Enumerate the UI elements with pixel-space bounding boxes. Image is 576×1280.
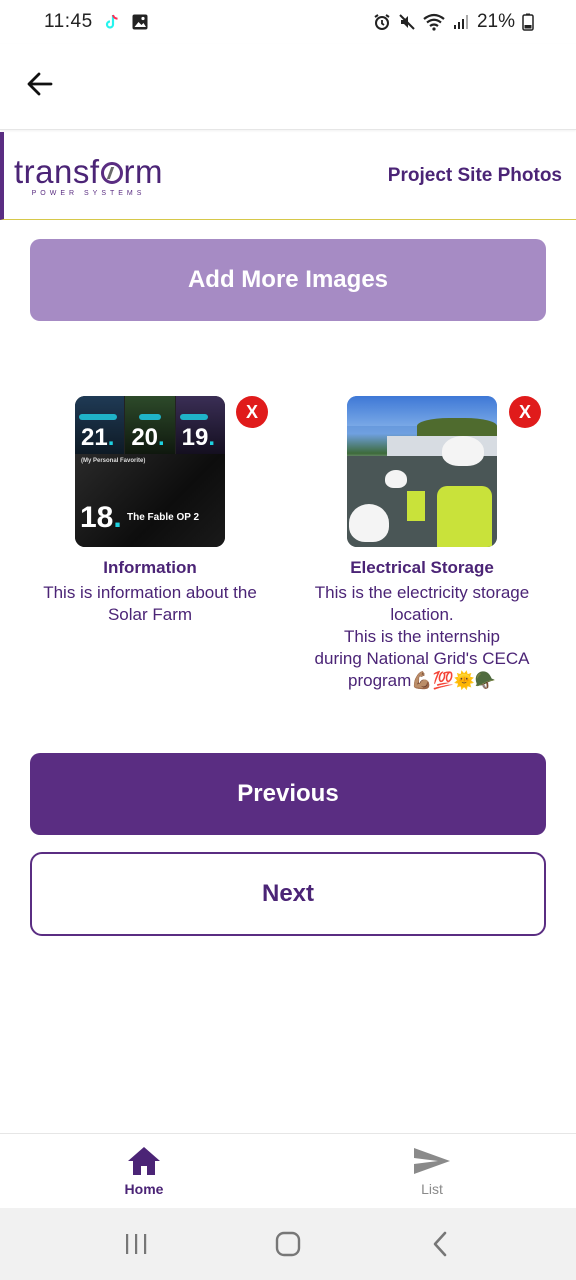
back-button[interactable] <box>22 66 58 102</box>
app-bar <box>0 44 576 130</box>
back-system-button[interactable] <box>410 1219 470 1269</box>
recent-apps-button[interactable] <box>106 1219 166 1269</box>
image-card: 21. 20. 19. (My Personal Favorite) 18. T… <box>14 396 286 626</box>
battery-icon <box>522 13 534 31</box>
send-icon <box>414 1148 450 1174</box>
gallery-icon <box>132 14 148 30</box>
status-time: 11:45 <box>44 11 93 32</box>
wifi-icon <box>423 13 445 31</box>
next-button[interactable]: Next <box>30 852 546 936</box>
system-navigation-bar <box>0 1208 576 1280</box>
screen: 11:45 21% transf rm POWER SYSTEMS Projec… <box>0 0 576 1280</box>
image-title: Electrical Storage <box>350 558 494 577</box>
logo-text-end: rm <box>123 152 164 190</box>
bottom-navigation: Home List <box>0 1133 576 1208</box>
home-circle-icon <box>275 1231 301 1257</box>
image-description: This is the electricity storage location… <box>314 583 530 690</box>
remove-image-button[interactable]: X <box>236 396 268 428</box>
thumb-number: 20 <box>131 424 159 451</box>
image-thumbnail[interactable]: 21. 20. 19. (My Personal Favorite) 18. T… <box>75 396 225 547</box>
image-thumbnail[interactable] <box>347 396 497 547</box>
previous-button[interactable]: Previous <box>30 753 546 835</box>
home-system-button[interactable] <box>258 1219 318 1269</box>
image-description: This is information about the Solar Farm <box>43 583 257 624</box>
logo-power-icon <box>100 161 123 184</box>
thumb-number: 19 <box>181 424 209 451</box>
thumb-number: 18 <box>80 501 114 534</box>
home-icon <box>128 1147 160 1175</box>
arrow-left-icon <box>27 72 53 96</box>
nav-list[interactable]: List <box>288 1134 576 1208</box>
signal-icon <box>453 15 468 29</box>
thumb-number: 21 <box>81 424 108 451</box>
company-logo: transf rm POWER SYSTEMS <box>14 155 163 197</box>
recent-apps-icon <box>126 1234 147 1254</box>
add-more-images-button[interactable]: Add More Images <box>30 239 546 321</box>
alarm-icon <box>374 14 390 30</box>
logo-text-start: transf <box>14 152 100 190</box>
thumb-fable-title: The Fable OP 2 <box>127 512 200 523</box>
thumb-caption: (My Personal Favorite) <box>81 458 146 464</box>
page-title: Project Site Photos <box>387 164 562 186</box>
tiktok-icon <box>105 14 118 29</box>
image-title: Information <box>103 558 197 577</box>
nav-home[interactable]: Home <box>0 1134 288 1208</box>
status-bar: 11:45 21% <box>0 0 576 44</box>
logo-subtext: POWER SYSTEMS <box>31 189 146 197</box>
chevron-left-icon <box>433 1231 447 1257</box>
battery-percent: 21% <box>476 11 515 32</box>
remove-image-button[interactable]: X <box>509 396 541 428</box>
brand-header: transf rm POWER SYSTEMS Project Site Pho… <box>0 132 576 220</box>
nav-list-label: List <box>421 1181 443 1197</box>
mute-icon <box>399 14 415 30</box>
nav-home-label: Home <box>124 1181 164 1197</box>
image-card: X Electrical Storage This is the electri… <box>286 396 558 692</box>
